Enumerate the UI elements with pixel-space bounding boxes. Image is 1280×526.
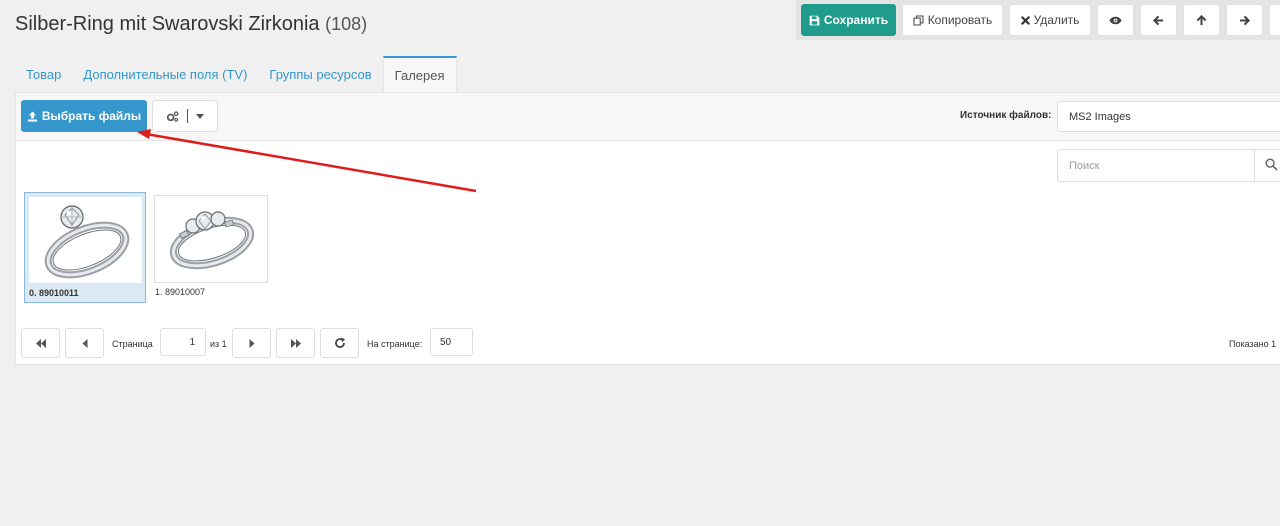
- tab-tv-fields[interactable]: Дополнительные поля (TV): [72, 56, 258, 92]
- delete-button[interactable]: Удалить: [1009, 4, 1091, 36]
- double-chevron-right-icon: [290, 338, 301, 348]
- arrow-left-icon: [1153, 15, 1164, 25]
- refresh-button[interactable]: [320, 328, 359, 358]
- chevron-right-icon: [249, 338, 254, 348]
- next-resource-button[interactable]: [1226, 4, 1263, 36]
- eye-icon: [1109, 16, 1122, 24]
- page-total-label: из 1: [210, 339, 227, 349]
- save-label: Сохранить: [823, 13, 889, 27]
- dropdown-separator: [187, 109, 188, 123]
- shown-count-label: Показано 1: [1229, 339, 1277, 349]
- action-toolbar: Сохранить Копировать Удалить: [796, 0, 1280, 40]
- page-title-count: (108): [325, 14, 368, 34]
- chevron-left-icon: [82, 338, 87, 348]
- upload-files-button[interactable]: Выбрать файлы: [21, 100, 147, 132]
- tab-product[interactable]: Товар: [15, 56, 72, 92]
- previous-resource-button[interactable]: [1140, 4, 1177, 36]
- ring-image-three-stone: [169, 211, 255, 270]
- upload-files-label: Выбрать файлы: [41, 109, 142, 123]
- gallery-item-caption: 1. 89010007: [155, 287, 206, 297]
- view-button[interactable]: [1097, 4, 1134, 36]
- last-page-button[interactable]: [276, 328, 315, 358]
- ring-thumbnail: [158, 199, 264, 279]
- gallery-actions-dropdown[interactable]: [152, 100, 218, 132]
- ring-thumbnail: [29, 197, 142, 283]
- per-page-input[interactable]: 50: [430, 328, 473, 356]
- next-page-button[interactable]: [232, 328, 271, 358]
- search-box: [1057, 149, 1280, 182]
- ring-image-solitaire: [44, 205, 130, 279]
- tab-resource-groups[interactable]: Группы ресурсов: [258, 56, 382, 92]
- previous-page-button[interactable]: [65, 328, 104, 358]
- caret-down-icon: [196, 113, 204, 119]
- page-number-input[interactable]: 1: [160, 328, 206, 356]
- resource-tabs: Товар Дополнительные поля (TV) Группы ре…: [15, 56, 457, 92]
- search-divider: [1254, 150, 1255, 181]
- search-input[interactable]: [1058, 150, 1254, 181]
- parent-resource-button[interactable]: [1183, 4, 1220, 36]
- copy-label: Копировать: [927, 13, 993, 27]
- delete-label: Удалить: [1033, 13, 1080, 27]
- copy-icon: [913, 15, 924, 25]
- close-icon: [1020, 15, 1030, 25]
- gallery-item[interactable]: 0. 89010011: [24, 192, 146, 303]
- gallery-item-caption: 0. 89010011: [29, 288, 79, 298]
- per-page-label: На странице:: [367, 339, 423, 349]
- arrow-right-icon: [1239, 15, 1250, 25]
- double-chevron-left-icon: [35, 338, 46, 348]
- search-icon[interactable]: [1265, 158, 1278, 171]
- first-page-button[interactable]: [21, 328, 60, 358]
- save-button[interactable]: Сохранить: [801, 4, 896, 36]
- pagination-bar: Страница 1 из 1 На странице: 50 Показано…: [21, 328, 1280, 358]
- page-label: Страница: [112, 339, 153, 349]
- floppy-icon: [809, 15, 820, 25]
- more-button[interactable]: [1269, 4, 1280, 36]
- tab-gallery[interactable]: Галерея: [382, 56, 457, 92]
- file-source-label: Источник файлов:: [960, 110, 1052, 121]
- upload-icon: [27, 110, 37, 122]
- gallery-toolbar: Выбрать файлы Источник файлов: MS2 Image…: [16, 93, 1280, 141]
- page-title: Silber-Ring mit Swarovski Zirkonia (108): [15, 13, 367, 36]
- refresh-icon: [334, 337, 345, 348]
- copy-button[interactable]: Копировать: [902, 4, 1003, 36]
- gallery-panel: Выбрать файлы Источник файлов: MS2 Image…: [15, 92, 1280, 365]
- arrow-up-icon: [1196, 14, 1207, 25]
- page-title-text: Silber-Ring mit Swarovski Zirkonia: [15, 13, 320, 35]
- gears-icon: [166, 110, 179, 122]
- file-source-select[interactable]: MS2 Images: [1057, 101, 1280, 132]
- gallery-item[interactable]: 1. 89010007: [154, 195, 268, 297]
